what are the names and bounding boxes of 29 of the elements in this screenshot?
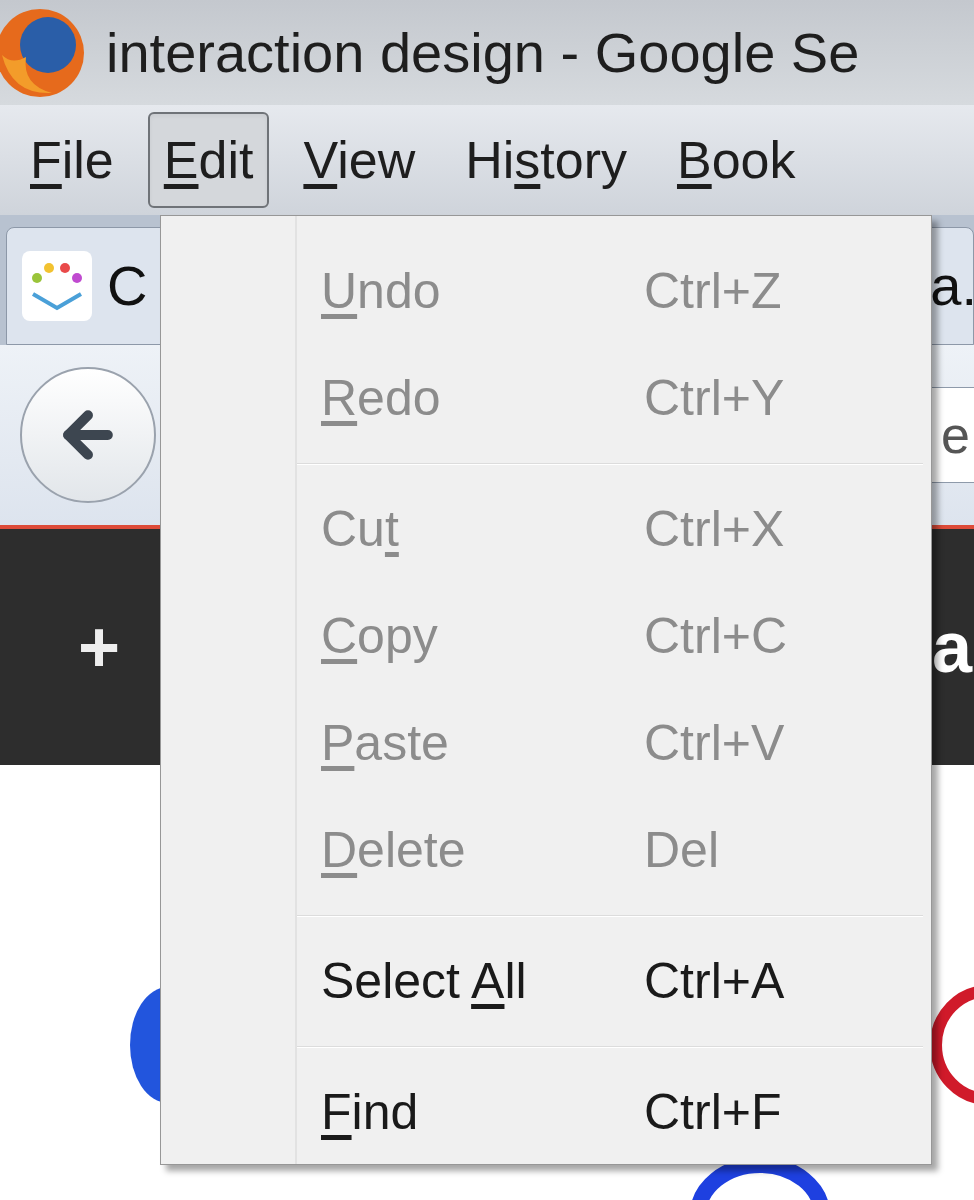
menu-item-label: Find <box>321 1083 420 1142</box>
tab-title: a. <box>930 253 974 319</box>
menu-bar-item[interactable]: File <box>14 112 130 208</box>
menu-item-label: Copy <box>321 607 439 666</box>
google-bar-text: a <box>931 606 972 689</box>
shortcut-label: Ctrl+X <box>644 500 785 559</box>
menu-bar-item[interactable]: View <box>287 112 432 208</box>
shortcut-label: Ctrl+F <box>644 1083 782 1142</box>
shortcut-label: Ctrl+Z <box>644 262 782 321</box>
window-title: interaction design - Google Se <box>106 19 860 86</box>
tab-title: C <box>107 253 148 319</box>
shortcut-label: Ctrl+V <box>644 714 785 773</box>
shortcut-label: Ctrl+Y <box>644 369 785 428</box>
menu-bar-item[interactable]: History <box>449 112 643 208</box>
menu-item-label: Paste <box>321 714 450 773</box>
menu-item[interactable]: Select All Ctrl+A <box>161 928 931 1035</box>
menu-item-label: Delete <box>321 821 467 880</box>
menu-item[interactable]: Find Ctrl+F <box>161 1059 931 1166</box>
menu-item-label: Redo <box>321 369 442 428</box>
google-bar-link[interactable]: + <box>78 593 121 701</box>
menu-bar-item[interactable]: Edit <box>147 112 270 208</box>
menu-item-label: Cut <box>321 500 400 559</box>
menu-item-label: Undo <box>321 262 442 321</box>
menu-item-label: Select All <box>321 952 528 1011</box>
menu-bar-item[interactable]: Book <box>661 112 812 208</box>
tab-favicon-icon <box>21 250 93 322</box>
shortcut-label: Ctrl+A <box>644 952 785 1011</box>
shortcut-label: Del <box>644 821 720 880</box>
shortcut-label: Ctrl+C <box>644 607 788 666</box>
